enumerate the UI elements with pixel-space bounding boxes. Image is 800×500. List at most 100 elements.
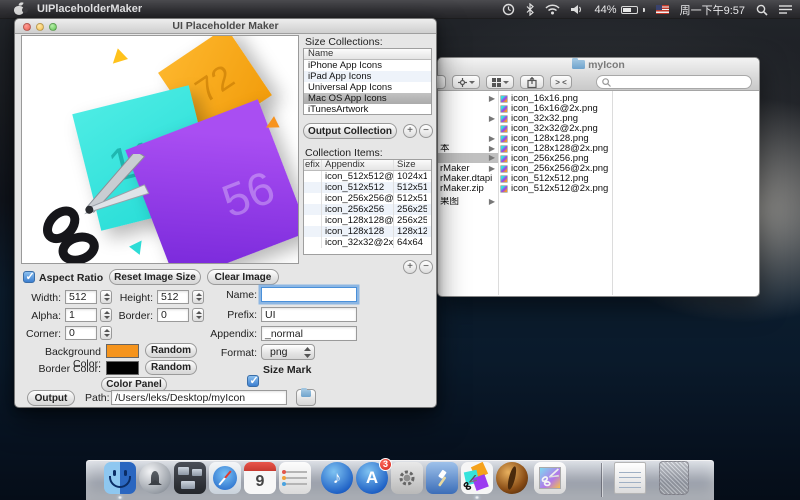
dock-safari-icon[interactable]: [209, 462, 241, 494]
item-row[interactable]: icon_512x512512x512: [304, 182, 431, 193]
output-collection-button[interactable]: Output Collection: [303, 123, 397, 139]
corner-stepper[interactable]: [100, 326, 112, 340]
format-dropdown[interactable]: png: [261, 344, 315, 360]
item-row[interactable]: icon_128x128@2x256x256: [304, 215, 431, 226]
height-stepper[interactable]: [192, 290, 204, 304]
dock-ui-placeholder-maker-icon[interactable]: [461, 462, 493, 494]
clear-image-button[interactable]: Clear Image: [207, 269, 279, 285]
width-stepper[interactable]: [100, 290, 112, 304]
battery-indicator[interactable]: 44%: [595, 4, 645, 16]
collection-row-selected[interactable]: Mac OS App Icons: [304, 93, 431, 104]
menu-app-name[interactable]: UIPlaceholderMaker: [37, 3, 142, 15]
dock-launchpad-icon[interactable]: [139, 462, 171, 494]
items-header-size[interactable]: Size: [394, 160, 427, 170]
search-icon: [602, 78, 611, 87]
sidebar-item-selected[interactable]: ▶: [438, 153, 498, 163]
sidebar-item[interactable]: rMaker▶: [438, 164, 498, 174]
sidebar-item[interactable]: rMaker.dtapi: [438, 174, 498, 184]
file-row[interactable]: icon_512x512@2x.png: [500, 184, 610, 194]
add-collection-button[interactable]: +: [403, 124, 417, 138]
border-field[interactable]: 0: [157, 308, 189, 322]
spotlight-icon[interactable]: [756, 4, 768, 16]
time-machine-icon[interactable]: [502, 3, 515, 16]
notification-center-icon[interactable]: [779, 4, 792, 15]
finder-search-field[interactable]: [596, 75, 752, 89]
sidebar-folder-row[interactable]: ▶: [438, 114, 498, 124]
dock-finder-icon[interactable]: [104, 462, 136, 494]
dock-documents-stack-icon[interactable]: [614, 462, 646, 494]
action-gear-button[interactable]: [452, 75, 480, 89]
collection-row[interactable]: iPhone App Icons: [304, 60, 431, 71]
size-mark-checkbox[interactable]: [247, 375, 259, 387]
alpha-stepper[interactable]: [100, 308, 112, 322]
finder-window[interactable]: myIcon > < ▶ ▶ ▶: [437, 57, 760, 297]
items-header-appendix[interactable]: Appendix: [322, 160, 394, 170]
finder-title-bar[interactable]: myIcon: [438, 58, 759, 73]
dock-mission-control-icon[interactable]: [174, 462, 206, 494]
item-row[interactable]: icon_512x512@2x1024x1024: [304, 171, 431, 182]
dock-xcode-icon[interactable]: [426, 462, 458, 494]
volume-icon[interactable]: [571, 4, 584, 15]
wifi-icon[interactable]: [545, 4, 560, 15]
appendix-field[interactable]: _normal: [261, 326, 357, 341]
border-stepper[interactable]: [192, 308, 204, 322]
dock-system-preferences-icon[interactable]: [391, 462, 423, 494]
sidebar-folder-row[interactable]: ▶: [438, 94, 498, 104]
app-window[interactable]: UI Placeholder Maker 72 114 56: [14, 18, 437, 408]
dock-photo-scissors-app-icon[interactable]: [534, 462, 566, 494]
arrange-grid-button[interactable]: [486, 75, 514, 89]
border-color-swatch[interactable]: [106, 361, 139, 375]
minimize-button[interactable]: [36, 23, 44, 31]
dock-reminders-icon[interactable]: [279, 462, 311, 494]
prefix-field[interactable]: UI: [261, 307, 357, 322]
alpha-field[interactable]: 1: [65, 308, 97, 322]
item-row[interactable]: icon_256x256256x256: [304, 204, 431, 215]
collapse-arrows-icon[interactable]: > <: [550, 75, 572, 89]
items-header-prefix[interactable]: efix: [304, 160, 322, 170]
height-field[interactable]: 512: [157, 290, 189, 304]
share-button[interactable]: [520, 75, 544, 89]
finder-window-title: myIcon: [588, 59, 625, 71]
dock-trash-icon[interactable]: [659, 461, 689, 495]
close-button[interactable]: [23, 23, 31, 31]
sidebar-folder-row[interactable]: ▶: [438, 134, 498, 144]
input-language-flag-icon[interactable]: [656, 5, 669, 14]
border-random-button[interactable]: Random: [145, 360, 197, 375]
remove-item-button[interactable]: −: [419, 260, 433, 274]
output-button[interactable]: Output: [27, 390, 75, 406]
dock-itunes-icon[interactable]: ♪: [321, 462, 353, 494]
bluetooth-icon[interactable]: [526, 3, 534, 16]
collection-items-table[interactable]: efix Appendix Size icon_512x512@2x1024x1…: [303, 159, 432, 255]
path-field[interactable]: /Users/leks/Desktop/myIcon: [111, 390, 287, 405]
item-row[interactable]: icon_128x128128x128: [304, 226, 431, 237]
dock-coffee-bean-app-icon[interactable]: [496, 462, 528, 494]
aspect-ratio-checkbox[interactable]: [23, 271, 35, 283]
apple-menu-icon[interactable]: [14, 3, 25, 15]
app-title-bar[interactable]: UI Placeholder Maker: [15, 19, 436, 34]
choose-folder-button[interactable]: [296, 389, 316, 406]
name-field[interactable]: [261, 287, 357, 302]
item-row[interactable]: icon_256x256@2x512x512: [304, 193, 431, 204]
size-mark-label: Size Mark: [263, 364, 311, 376]
reset-image-size-button[interactable]: Reset Image Size: [109, 269, 201, 285]
menu-clock[interactable]: 周一下午9:57: [680, 2, 745, 18]
dock-app-store-icon[interactable]: A 3: [356, 462, 388, 494]
size-collections-table[interactable]: Name iPhone App Icons iPad App Icons Uni…: [303, 48, 432, 115]
collection-row[interactable]: Universal App Icons: [304, 82, 431, 93]
image-preview-canvas[interactable]: 72 114 56: [21, 35, 299, 264]
collection-row[interactable]: iTunesArtwork: [304, 104, 431, 115]
remove-collection-button[interactable]: −: [419, 124, 433, 138]
sidebar-item[interactable]: rMaker.zip: [438, 184, 498, 194]
dock-calendar-icon[interactable]: 9: [244, 462, 276, 494]
background-color-swatch[interactable]: [106, 344, 139, 358]
width-field[interactable]: 512: [65, 290, 97, 304]
item-row[interactable]: icon_32x32@2x64x64: [304, 237, 431, 248]
collections-header-name[interactable]: Name: [304, 49, 431, 60]
zoom-button[interactable]: [49, 23, 57, 31]
background-random-button[interactable]: Random: [145, 343, 197, 358]
corner-field[interactable]: 0: [65, 326, 97, 340]
add-item-button[interactable]: +: [403, 260, 417, 274]
width-label: Width:: [21, 292, 61, 304]
sidebar-item[interactable]: 果图▶: [438, 197, 498, 207]
collection-row[interactable]: iPad App Icons: [304, 71, 431, 82]
